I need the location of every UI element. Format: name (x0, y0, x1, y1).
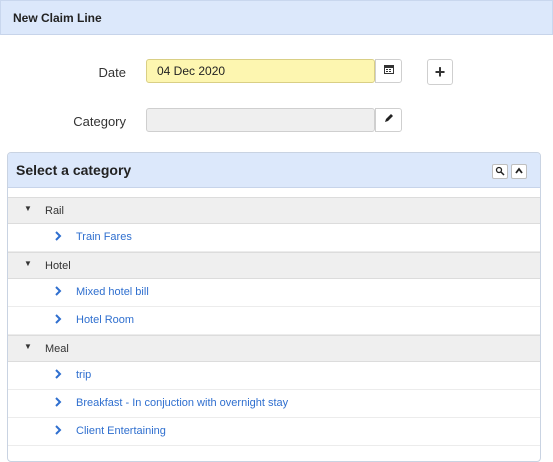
category-item-label: trip (76, 369, 92, 381)
group-label: Rail (45, 205, 64, 217)
chevron-right-icon (54, 231, 62, 244)
edit-category-button[interactable] (375, 108, 402, 132)
category-item-label: Client Entertaining (76, 425, 166, 437)
calendar-button[interactable] (375, 59, 402, 83)
chevron-right-icon (54, 425, 62, 438)
search-icon (495, 163, 505, 181)
chevron-right-icon (54, 314, 62, 327)
category-field[interactable] (146, 108, 375, 132)
category-item-breakfast[interactable]: Breakfast - In conjuction with overnight… (8, 390, 540, 418)
category-item-label: Hotel Room (76, 314, 135, 326)
plus-icon: + (434, 61, 446, 82)
chevron-right-icon (54, 286, 62, 299)
chevron-right-icon (54, 397, 62, 410)
triangle-down-icon: ▼ (24, 204, 32, 213)
category-tree: ▼ Rail Train Fares ▼ Hotel Mixed hotel b… (8, 197, 540, 446)
chevron-up-icon (514, 163, 524, 181)
calendar-icon (383, 62, 395, 80)
group-row-meal[interactable]: ▼ Meal (8, 335, 540, 362)
category-item-label: Breakfast - In conjuction with overnight… (76, 397, 289, 409)
category-item-client-entertaining[interactable]: Client Entertaining (8, 418, 540, 446)
group-row-hotel[interactable]: ▼ Hotel (8, 252, 540, 279)
dialog-header: New Claim Line (0, 0, 553, 35)
category-item-trip[interactable]: trip (8, 362, 540, 390)
triangle-down-icon: ▼ (24, 342, 32, 351)
chevron-right-icon (54, 369, 62, 382)
date-label: Date (98, 65, 126, 80)
group-label: Meal (45, 343, 69, 355)
category-panel-header: Select a category (8, 153, 540, 188)
add-button[interactable]: + (427, 59, 453, 85)
category-label: Category (73, 114, 126, 129)
collapse-button[interactable] (511, 164, 527, 179)
category-item-label: Train Fares (76, 231, 132, 243)
category-item-label: Mixed hotel bill (76, 286, 149, 298)
category-item-hotel-room[interactable]: Hotel Room (8, 307, 540, 335)
category-item-mixed-hotel-bill[interactable]: Mixed hotel bill (8, 279, 540, 307)
pencil-icon (383, 111, 395, 129)
dialog-title: New Claim Line (13, 11, 102, 25)
group-label: Hotel (45, 260, 71, 272)
search-button[interactable] (492, 164, 508, 179)
panel-title: Select a category (16, 162, 132, 178)
category-item-train-fares[interactable]: Train Fares (8, 224, 540, 252)
triangle-down-icon: ▼ (24, 259, 32, 268)
group-row-rail[interactable]: ▼ Rail (8, 197, 540, 224)
date-field[interactable]: 04 Dec 2020 (146, 59, 375, 83)
category-panel: Select a category ▼ Rail Train Fares ▼ H… (7, 152, 541, 462)
